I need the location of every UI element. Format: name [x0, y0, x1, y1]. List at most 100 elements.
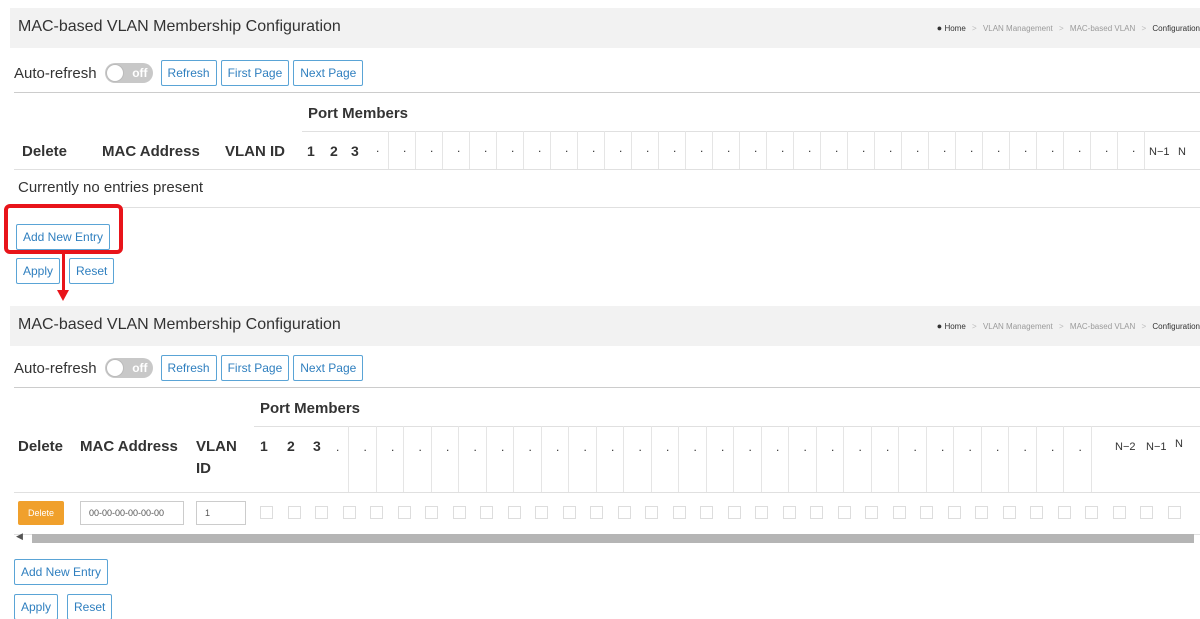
port-members-header: Port Members — [260, 400, 361, 417]
port-checkbox[interactable] — [287, 506, 301, 519]
port-checkbox[interactable] — [370, 506, 383, 519]
title-bar: MAC-based VLAN Membership Configuration … — [10, 8, 1200, 48]
port-placeholder-dot: . — [1051, 440, 1055, 454]
reset-button[interactable]: Reset — [67, 594, 113, 619]
column-divider — [442, 131, 443, 169]
apply-button[interactable]: Apply — [16, 258, 61, 284]
first-page-button[interactable]: First Page — [220, 355, 290, 381]
port-checkbox[interactable] — [452, 506, 466, 519]
next-page-button[interactable]: Next Page — [293, 60, 364, 86]
apply-button[interactable]: Apply — [14, 594, 59, 619]
col-mac-address: MAC Address — [80, 438, 178, 455]
port-checkbox[interactable] — [480, 506, 493, 519]
toggle-state: off — [132, 66, 148, 80]
vlan-id-input[interactable] — [196, 501, 246, 525]
breadcrumb-mac-based-vlan[interactable]: MAC-based VLAN — [1070, 322, 1135, 331]
port-placeholder-dot: . — [363, 440, 367, 454]
delete-entry-button[interactable]: Delete — [18, 501, 64, 525]
breadcrumb-mac-based-vlan[interactable]: MAC-based VLAN — [1070, 24, 1135, 33]
port-checkbox[interactable] — [315, 506, 328, 519]
port-placeholder-dot: . — [376, 141, 380, 155]
port-checkbox[interactable] — [1085, 506, 1098, 519]
port-placeholder-dot: . — [556, 440, 560, 454]
mac-address-input[interactable] — [80, 501, 184, 525]
next-page-button[interactable]: Next Page — [293, 355, 364, 381]
port-checkbox[interactable] — [507, 506, 521, 519]
port-checkbox[interactable] — [1140, 506, 1153, 519]
port-checkbox[interactable] — [782, 506, 796, 519]
home-icon: ● — [936, 23, 943, 33]
breadcrumb-vlan-management[interactable]: VLAN Management — [983, 322, 1053, 331]
breadcrumb-home[interactable]: Home — [944, 24, 965, 33]
port-placeholder-dot: . — [638, 440, 642, 454]
port-n-minus-2-label: N−2 — [1115, 441, 1136, 453]
column-divider — [403, 426, 404, 492]
port-checkbox[interactable] — [645, 506, 658, 519]
port-checkbox[interactable] — [1030, 506, 1043, 519]
horizontal-scrollbar[interactable]: ◀ — [14, 531, 1200, 544]
port-checkbox[interactable] — [425, 506, 438, 519]
port-placeholder-dot: . — [968, 440, 972, 454]
port-placeholder-dot: . — [858, 440, 862, 454]
port-checkbox[interactable] — [700, 506, 713, 519]
port-checkbox[interactable] — [617, 506, 631, 519]
panel-before: MAC-based VLAN Membership Configuration … — [0, 0, 1200, 300]
port-placeholder-dot: . — [721, 440, 725, 454]
port-checkbox[interactable] — [1167, 506, 1181, 519]
port-checkbox[interactable] — [727, 506, 741, 519]
first-page-button[interactable]: First Page — [220, 60, 290, 86]
column-divider — [870, 426, 872, 492]
port-placeholder-dot: . — [611, 440, 615, 454]
column-divider — [953, 426, 954, 492]
port-placeholder-dot: . — [1078, 440, 1082, 454]
port-checkbox[interactable] — [260, 506, 273, 519]
port-members-header: Port Members — [308, 105, 409, 122]
breadcrumb-configuration: Configuration — [1152, 322, 1200, 331]
port-placeholder-dot: . — [693, 440, 697, 454]
port-checkbox[interactable] — [975, 506, 988, 519]
annotation-arrow — [62, 254, 65, 294]
port-n-label: N — [1178, 146, 1186, 158]
port-checkbox[interactable] — [810, 506, 823, 519]
port-checkbox[interactable] — [755, 506, 768, 519]
port-checkbox[interactable] — [562, 506, 576, 519]
port-checkbox[interactable] — [342, 506, 356, 519]
port-checkbox[interactable] — [672, 506, 686, 519]
port-checkbox[interactable] — [1002, 506, 1016, 519]
port-checkbox[interactable] — [892, 506, 906, 519]
scroll-thumb[interactable] — [32, 534, 1194, 543]
port-checkbox[interactable] — [590, 506, 603, 519]
breadcrumb-vlan-management[interactable]: VLAN Management — [983, 24, 1053, 33]
scroll-left-icon[interactable]: ◀ — [16, 531, 23, 542]
port-checkbox[interactable] — [920, 506, 933, 519]
port-checkbox[interactable] — [397, 506, 411, 519]
port-placeholder-dot: . — [700, 141, 704, 155]
port-checkbox[interactable] — [1057, 506, 1071, 519]
port-checkbox[interactable] — [865, 506, 878, 519]
port-placeholder-dot: . — [430, 141, 434, 155]
port-placeholder-dot: . — [511, 141, 515, 155]
refresh-button[interactable]: Refresh — [160, 60, 217, 86]
port-checkbox[interactable] — [837, 506, 851, 519]
port-placeholder-dot: . — [913, 440, 917, 454]
port-checkbox[interactable] — [1112, 506, 1126, 519]
column-divider — [595, 426, 597, 492]
column-divider — [793, 131, 794, 169]
auto-refresh-toggle[interactable]: off — [104, 358, 153, 378]
reset-button[interactable]: Reset — [69, 258, 115, 284]
port-placeholder-dot: . — [862, 141, 866, 155]
breadcrumb-home[interactable]: Home — [944, 322, 965, 331]
add-new-entry-button[interactable]: Add New Entry — [14, 559, 109, 585]
auto-refresh-toggle[interactable]: off — [104, 63, 153, 83]
port-checkbox[interactable] — [947, 506, 961, 519]
column-divider — [550, 131, 551, 169]
refresh-button[interactable]: Refresh — [160, 355, 217, 381]
column-divider — [513, 426, 514, 492]
column-divider — [568, 426, 569, 492]
port-placeholder-dot: . — [748, 440, 752, 454]
port-checkbox[interactable] — [535, 506, 548, 519]
column-divider — [1036, 131, 1037, 169]
port-placeholder-dot: . — [943, 141, 947, 155]
port-placeholder-dot: . — [473, 440, 477, 454]
port-3-label: 3 — [351, 143, 359, 159]
